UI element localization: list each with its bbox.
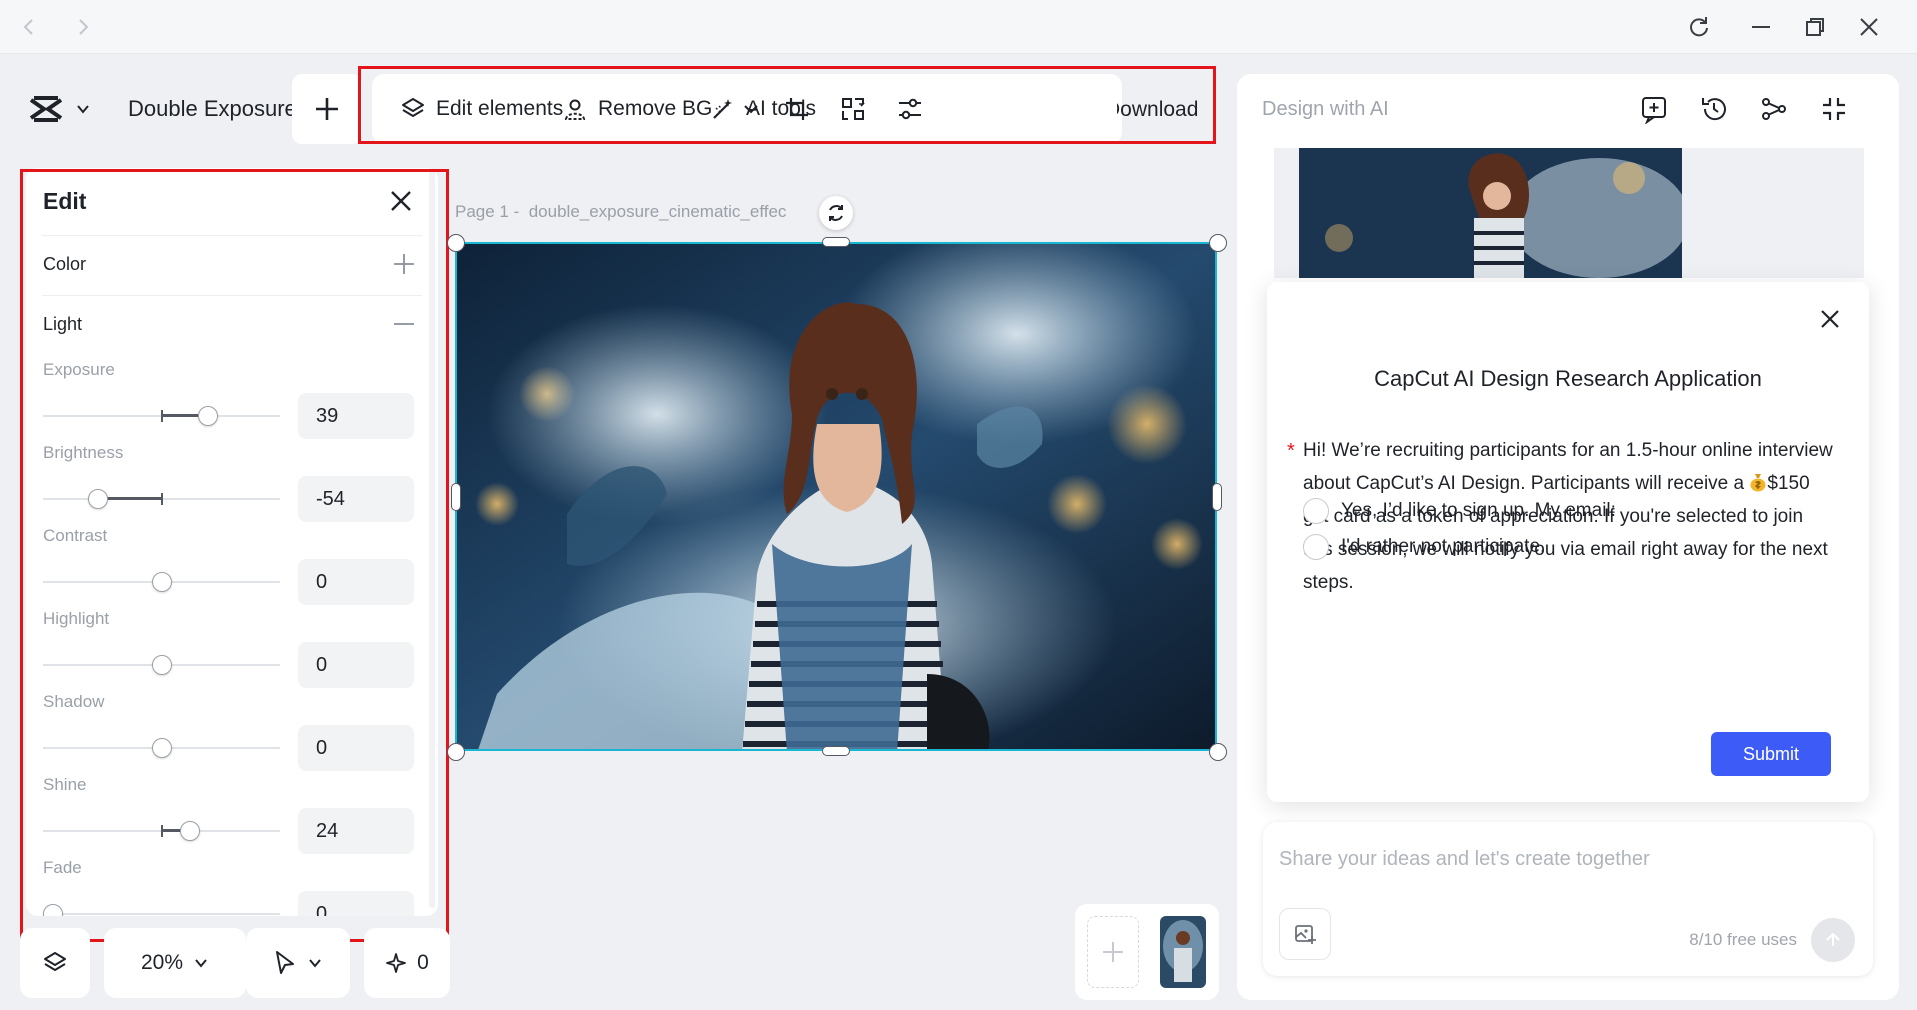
layers-button[interactable] bbox=[20, 928, 90, 998]
option-no[interactable]: I'd rather not participate. bbox=[1303, 534, 1545, 560]
ai-panel-title: Design with AI bbox=[1262, 98, 1389, 120]
resize-handle-left[interactable] bbox=[451, 483, 461, 511]
resize-handle-bottom[interactable] bbox=[822, 746, 850, 756]
resize-handle-top[interactable] bbox=[822, 237, 850, 247]
chat-input-placeholder[interactable]: Share your ideas and let's create togeth… bbox=[1279, 848, 1650, 871]
generated-image-thumbnail[interactable] bbox=[1299, 148, 1682, 278]
chevron-down-icon bbox=[307, 955, 323, 971]
chevron-down-icon bbox=[193, 955, 209, 971]
required-asterisk: * bbox=[1287, 440, 1295, 462]
rotate-handle[interactable] bbox=[819, 196, 853, 230]
app-menu[interactable] bbox=[18, 80, 108, 138]
add-image-button[interactable] bbox=[1279, 908, 1331, 960]
forward-arrow-icon[interactable] bbox=[72, 16, 94, 38]
plus-icon bbox=[313, 95, 341, 123]
close-window-icon[interactable] bbox=[1856, 14, 1882, 40]
pointer-icon bbox=[273, 950, 297, 976]
page-label: Page 1 - double_exposure_cinematic_effec bbox=[455, 202, 787, 221]
resize-handle-top-left[interactable] bbox=[447, 234, 465, 252]
resize-handle-right[interactable] bbox=[1212, 483, 1222, 511]
rotate-icon bbox=[825, 202, 847, 224]
zoom-dropdown[interactable]: 20% bbox=[104, 928, 246, 998]
option-yes[interactable]: Yes, I’d like to sign up. My email: bbox=[1303, 498, 1616, 524]
capcut-logo-icon bbox=[28, 94, 64, 124]
research-application-dialog: CapCut AI Design Research Application * … bbox=[1267, 282, 1869, 802]
back-arrow-icon[interactable] bbox=[18, 16, 40, 38]
zoom-value: 20% bbox=[140, 951, 184, 974]
resize-handle-bottom-left[interactable] bbox=[447, 743, 465, 761]
share-icon[interactable] bbox=[1759, 94, 1789, 124]
send-button[interactable] bbox=[1811, 918, 1855, 962]
sparkle-icon bbox=[385, 952, 407, 974]
minimize-icon[interactable] bbox=[1748, 14, 1774, 40]
chat-input-box[interactable]: Share your ideas and let's create togeth… bbox=[1263, 822, 1873, 976]
reload-icon[interactable] bbox=[1686, 14, 1712, 40]
free-uses-counter: 8/10 free uses bbox=[1689, 930, 1797, 949]
image-add-icon bbox=[1293, 922, 1317, 946]
layers-icon bbox=[42, 950, 68, 976]
new-chat-icon[interactable] bbox=[1639, 94, 1669, 124]
dialog-title: CapCut AI Design Research Application bbox=[1374, 366, 1762, 391]
page-thumbnail[interactable] bbox=[1160, 916, 1206, 988]
chevron-down-icon bbox=[74, 100, 92, 118]
page-thumbnails bbox=[1075, 904, 1219, 1000]
radio-yes[interactable] bbox=[1303, 498, 1329, 524]
file-name[interactable]: double_exposure_cinematic_effec bbox=[529, 202, 787, 221]
restore-icon[interactable] bbox=[1802, 14, 1828, 40]
sparkle-counter-button[interactable]: 0 bbox=[364, 928, 450, 998]
collapse-icon[interactable] bbox=[1819, 94, 1849, 124]
canvas-image[interactable] bbox=[455, 242, 1217, 751]
pointer-tool-dropdown[interactable] bbox=[246, 928, 350, 998]
annotation-highlight-edit-panel bbox=[20, 169, 449, 942]
resize-handle-top-right[interactable] bbox=[1209, 234, 1227, 252]
history-icon[interactable] bbox=[1699, 94, 1729, 124]
radio-no[interactable] bbox=[1303, 534, 1329, 560]
add-page-button[interactable] bbox=[1087, 916, 1139, 988]
close-icon[interactable] bbox=[1817, 306, 1843, 332]
window-title-bar bbox=[0, 0, 1917, 54]
sparkle-count: 0 bbox=[417, 951, 429, 974]
annotation-highlight-toolbar bbox=[358, 66, 1216, 144]
add-button[interactable] bbox=[292, 74, 362, 144]
submit-button[interactable]: Submit bbox=[1711, 732, 1831, 776]
arrow-up-icon bbox=[1823, 930, 1843, 950]
money-bag-icon bbox=[1749, 472, 1767, 492]
resize-handle-bottom-right[interactable] bbox=[1209, 743, 1227, 761]
project-title[interactable]: Double Exposure bbox=[128, 96, 297, 122]
